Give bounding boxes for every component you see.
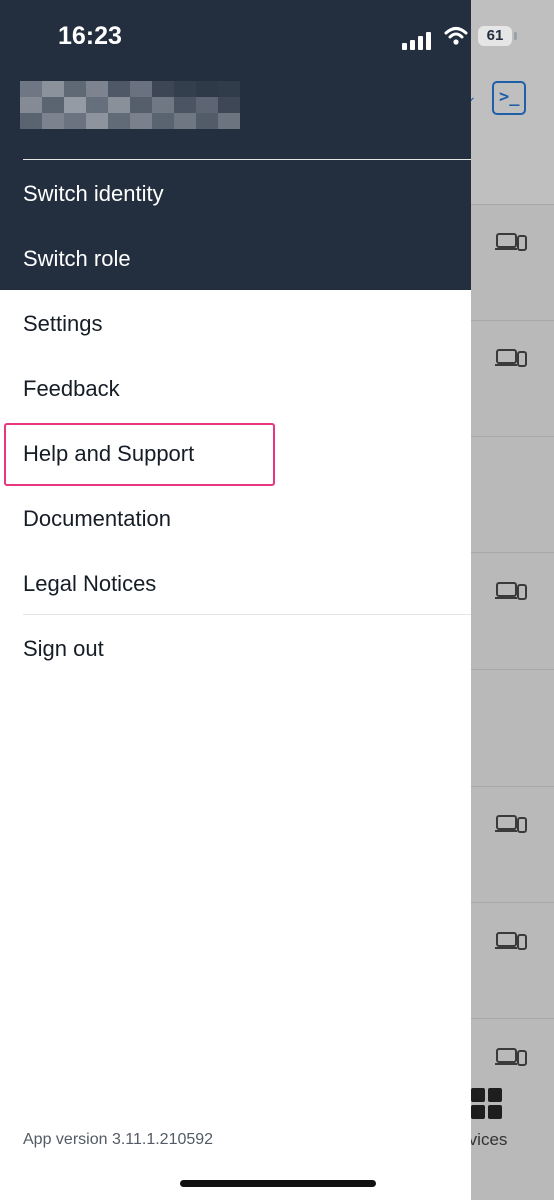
multi-device-icon bbox=[495, 582, 527, 600]
multi-device-icon bbox=[495, 815, 527, 833]
switch-identity-item[interactable]: Switch identity bbox=[23, 180, 164, 208]
background-app: ⌄ >_ rvices bbox=[463, 0, 554, 1200]
legal-notices-item[interactable]: Legal Notices bbox=[23, 570, 156, 598]
navigation-drawer: 16:23 61 Switch identity Switch role Set… bbox=[0, 0, 517, 1200]
list-divider bbox=[471, 320, 554, 321]
battery-tip bbox=[514, 32, 517, 40]
help-and-support-item[interactable]: Help and Support bbox=[23, 440, 194, 468]
multi-device-icon bbox=[495, 932, 527, 950]
wifi-icon bbox=[444, 27, 468, 45]
list-divider bbox=[471, 786, 554, 787]
list-divider bbox=[471, 1018, 554, 1019]
terminal-symbol: >_ bbox=[499, 87, 520, 107]
cloudshell-terminal-icon[interactable]: >_ bbox=[492, 81, 526, 115]
header-divider bbox=[23, 159, 471, 160]
documentation-item[interactable]: Documentation bbox=[23, 505, 171, 533]
list-divider bbox=[471, 552, 554, 553]
list-divider bbox=[471, 204, 554, 205]
account-name-redacted bbox=[20, 81, 240, 143]
settings-item[interactable]: Settings bbox=[23, 310, 103, 338]
list-divider bbox=[471, 436, 554, 437]
app-version: App version 3.11.1.210592 bbox=[23, 1131, 214, 1148]
feedback-item[interactable]: Feedback bbox=[23, 375, 120, 403]
multi-device-icon bbox=[495, 349, 527, 367]
multi-device-icon bbox=[495, 1048, 527, 1066]
list-divider bbox=[471, 669, 554, 670]
home-indicator[interactable] bbox=[180, 1180, 376, 1187]
battery-icon: 61 bbox=[478, 26, 512, 46]
status-time: 16:23 bbox=[58, 22, 122, 50]
sign-out-item[interactable]: Sign out bbox=[23, 635, 104, 663]
menu-divider bbox=[23, 614, 471, 615]
list-divider bbox=[471, 902, 554, 903]
status-icons: 61 bbox=[402, 26, 542, 50]
switch-role-item[interactable]: Switch role bbox=[23, 245, 131, 273]
services-tab-icon[interactable] bbox=[471, 1088, 503, 1124]
multi-device-icon bbox=[495, 233, 527, 251]
drawer-header: 16:23 61 Switch identity Switch role bbox=[0, 0, 517, 290]
